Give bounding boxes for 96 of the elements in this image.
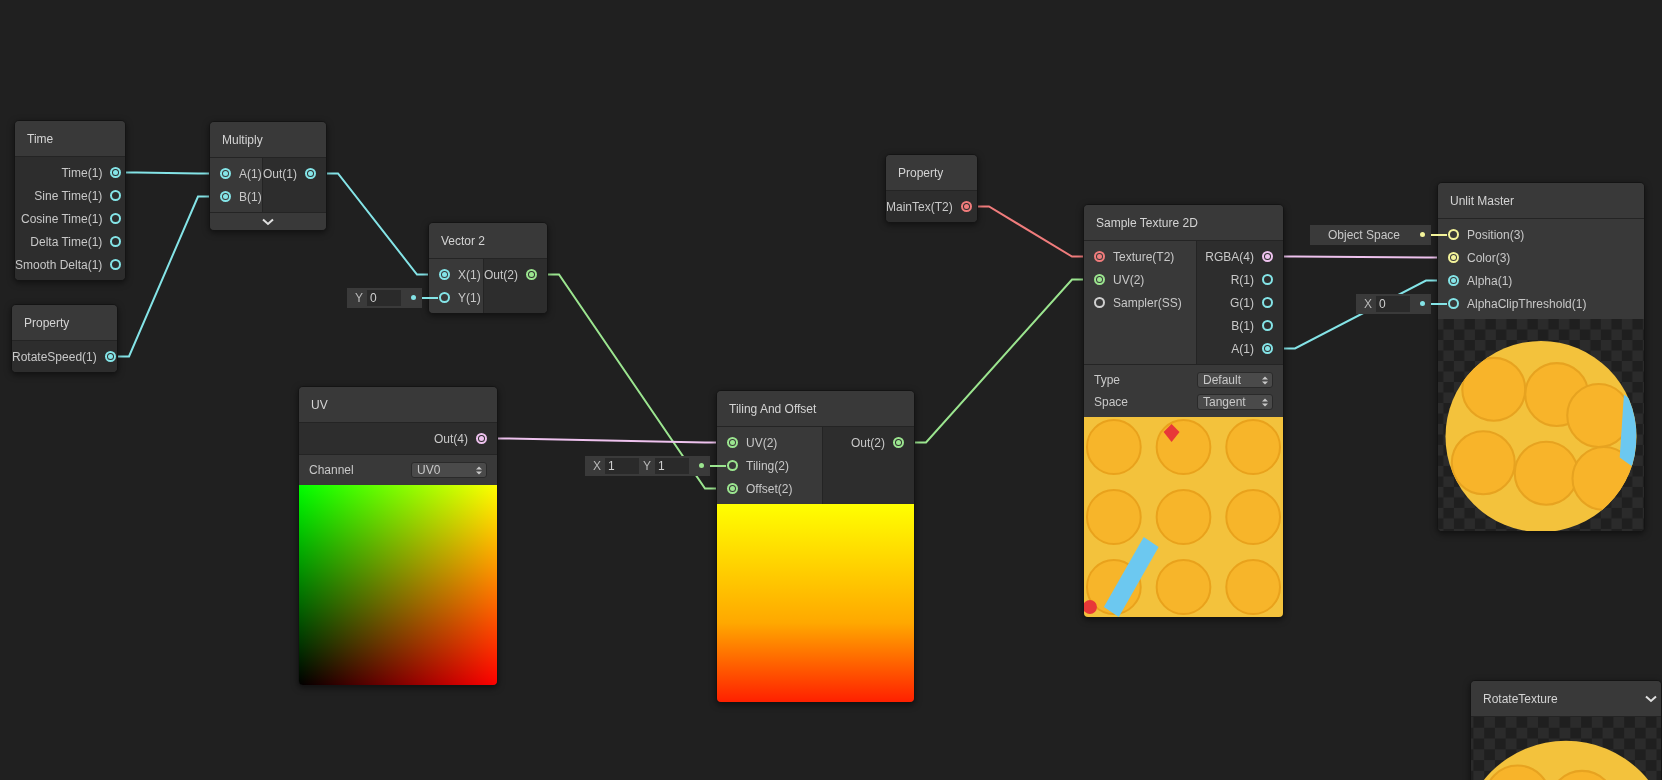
axis-label: Y bbox=[643, 457, 651, 475]
port-label: Position(3) bbox=[1467, 226, 1525, 244]
port-label: Delta Time(1) bbox=[30, 233, 103, 251]
axis-label: X bbox=[592, 457, 601, 475]
port-icon[interactable] bbox=[305, 168, 316, 179]
port-label: RotateSpeed(1) bbox=[12, 348, 97, 366]
default-value-field[interactable]: X 0 bbox=[1356, 293, 1431, 314]
input-field[interactable]: 0 bbox=[1376, 295, 1410, 312]
default-value-field[interactable]: Y 0 bbox=[347, 287, 422, 308]
port-icon[interactable] bbox=[1094, 274, 1105, 285]
connector-line bbox=[1431, 233, 1447, 236]
port-icon[interactable] bbox=[220, 168, 231, 179]
port-icon[interactable] bbox=[727, 460, 738, 471]
axis-label: X bbox=[1364, 295, 1372, 313]
input-field[interactable]: 0 bbox=[367, 289, 401, 306]
port-icon[interactable] bbox=[1094, 297, 1105, 308]
port-icon[interactable] bbox=[1262, 274, 1273, 285]
node-title: Unlit Master bbox=[1450, 192, 1514, 210]
port-label: B(1) bbox=[239, 188, 262, 206]
port-label: Color(3) bbox=[1467, 249, 1511, 267]
port-label: Tiling(2) bbox=[746, 457, 789, 475]
port-icon[interactable] bbox=[1094, 251, 1105, 262]
port-icon[interactable] bbox=[893, 437, 904, 448]
default-value-field[interactable]: Object Space bbox=[1309, 224, 1431, 245]
node-title: Tiling And Offset bbox=[729, 400, 817, 418]
port-icon[interactable] bbox=[439, 292, 450, 303]
port-label: RGBA(4) bbox=[1205, 248, 1254, 266]
port-label: Out(2) bbox=[851, 434, 885, 452]
port-label: Time(1) bbox=[61, 164, 103, 182]
port-label: G(1) bbox=[1230, 294, 1254, 312]
port-icon[interactable] bbox=[104, 351, 116, 362]
connector-line bbox=[422, 296, 438, 299]
updown-icon bbox=[1262, 375, 1268, 385]
port-label: Out(2) bbox=[484, 266, 518, 284]
port-label: Texture(T2) bbox=[1113, 248, 1175, 266]
port-icon[interactable] bbox=[1448, 275, 1459, 286]
port-icon[interactable] bbox=[110, 236, 122, 247]
port-icon[interactable] bbox=[1262, 343, 1273, 354]
updown-icon bbox=[476, 465, 482, 475]
node-title: Multiply bbox=[222, 131, 263, 149]
collapse-icon[interactable] bbox=[1645, 694, 1657, 703]
default-value-field[interactable]: X 1 Y 1 bbox=[584, 455, 710, 476]
port-label: A(1) bbox=[239, 165, 262, 183]
port-label: Cosine Time(1) bbox=[21, 210, 103, 228]
port-label: MainTex(T2) bbox=[886, 198, 953, 216]
connector-line bbox=[710, 464, 726, 467]
port-icon[interactable] bbox=[960, 201, 972, 212]
port-icon[interactable] bbox=[220, 191, 231, 202]
port-label: Smooth Delta(1) bbox=[15, 256, 103, 274]
dropdown[interactable]: UV0 bbox=[411, 462, 487, 478]
setting-label: Channel bbox=[309, 462, 354, 479]
port-icon[interactable] bbox=[476, 433, 487, 444]
node-title: Vector 2 bbox=[441, 232, 486, 250]
port-label: A(1) bbox=[1231, 340, 1254, 358]
input-field[interactable]: 1 bbox=[655, 457, 689, 474]
port-icon[interactable] bbox=[439, 269, 450, 280]
port-label: R(1) bbox=[1230, 271, 1254, 289]
node-title: Sample Texture 2D bbox=[1096, 214, 1198, 232]
port-label: UV(2) bbox=[1113, 271, 1145, 289]
port-label: AlphaClipThreshold(1) bbox=[1467, 295, 1587, 313]
node-title: Property bbox=[24, 314, 70, 332]
space-value[interactable]: Object Space bbox=[1317, 225, 1410, 244]
port-label: X(1) bbox=[458, 266, 481, 284]
node-title: Time bbox=[27, 130, 54, 148]
port-icon[interactable] bbox=[526, 269, 537, 280]
port-icon[interactable] bbox=[1262, 320, 1273, 331]
axis-label: Y bbox=[355, 289, 363, 307]
port-icon[interactable] bbox=[727, 483, 738, 494]
port-label: Out(4) bbox=[434, 430, 468, 448]
port-icon[interactable] bbox=[110, 213, 122, 224]
node-title: RotateTexture bbox=[1483, 690, 1558, 708]
port-label: Offset(2) bbox=[746, 480, 793, 498]
port-icon[interactable] bbox=[110, 259, 122, 270]
setting-label: Type bbox=[1094, 372, 1120, 389]
input-field[interactable]: 1 bbox=[605, 457, 639, 474]
node-title: UV bbox=[311, 396, 328, 414]
port-icon[interactable] bbox=[110, 167, 122, 178]
port-icon[interactable] bbox=[1262, 297, 1273, 308]
port-label: UV(2) bbox=[746, 434, 778, 452]
port-label: Alpha(1) bbox=[1467, 272, 1513, 290]
setting-label: Space bbox=[1094, 394, 1129, 411]
port-icon[interactable] bbox=[1262, 251, 1273, 262]
port-icon[interactable] bbox=[110, 190, 122, 201]
dropdown[interactable]: Tangent bbox=[1197, 394, 1273, 410]
port-label: Sampler(SS) bbox=[1113, 294, 1182, 312]
port-label: Out(1) bbox=[263, 165, 297, 183]
port-icon[interactable] bbox=[727, 437, 738, 448]
port-label: B(1) bbox=[1231, 317, 1254, 335]
port-icon[interactable] bbox=[1448, 298, 1459, 309]
port-label: Y(1) bbox=[458, 289, 481, 307]
port-label: Sine Time(1) bbox=[34, 187, 103, 205]
expand-icon[interactable] bbox=[262, 217, 274, 226]
node-title: Property bbox=[898, 164, 944, 182]
updown-icon bbox=[1262, 397, 1268, 407]
dropdown[interactable]: Default bbox=[1197, 372, 1273, 388]
connector-line bbox=[1431, 302, 1447, 305]
